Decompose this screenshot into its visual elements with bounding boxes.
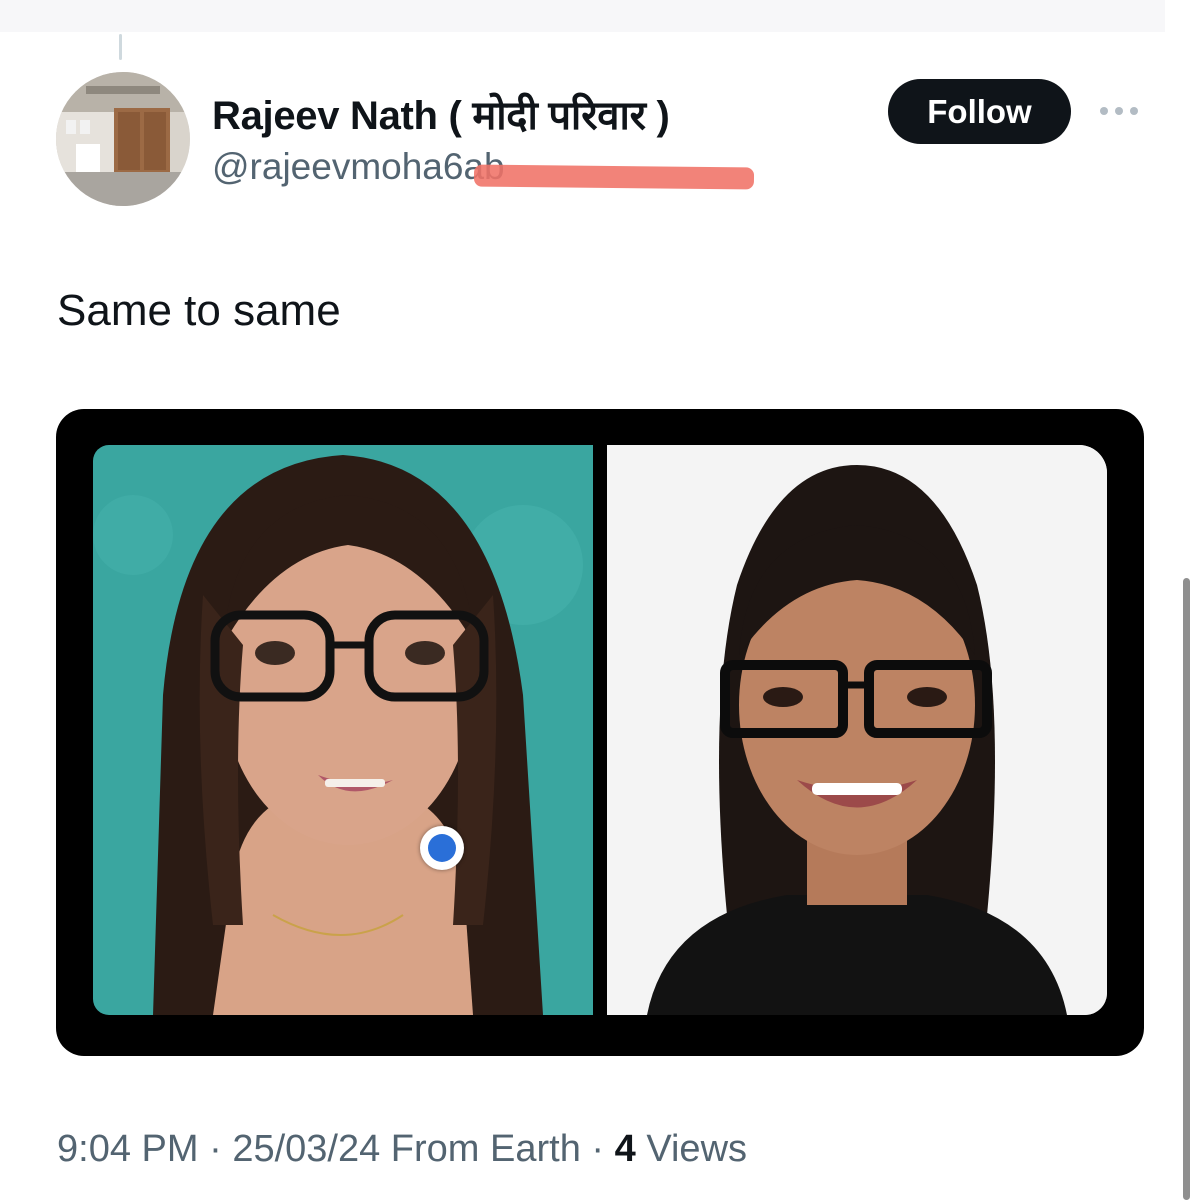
media-photo-left[interactable] — [93, 445, 593, 1015]
views-count[interactable]: 4 — [615, 1128, 636, 1170]
views-label[interactable]: Views — [646, 1128, 747, 1170]
scrollbar[interactable] — [1183, 578, 1190, 1200]
tweet-source: From Earth — [390, 1128, 581, 1170]
tweet-detail-page: Rajeev Nath ( मोदी परिवार ) @rajeevmoha6… — [0, 0, 1200, 1200]
author-handle[interactable]: @rajeevmoha6ab — [212, 146, 505, 188]
redaction-mark — [473, 164, 755, 190]
more-horizontal-icon[interactable] — [1096, 98, 1142, 124]
tweet-text: Same to same — [57, 286, 341, 335]
tweet-media[interactable] — [56, 409, 1144, 1056]
tweet-metadata: 9:04 PM · 25/03/24 From Earth · 4 Views — [57, 1128, 747, 1171]
media-photo-right[interactable] — [607, 445, 1107, 1015]
avatar[interactable] — [56, 72, 190, 206]
meta-separator: · — [591, 1128, 605, 1170]
tweet-date[interactable]: 25/03/24 — [232, 1128, 380, 1170]
meta-separator: · — [209, 1128, 222, 1170]
previous-tweet-edge — [0, 0, 1165, 32]
follow-button[interactable]: Follow — [888, 79, 1071, 144]
location-marker-icon — [420, 826, 464, 870]
author-display-name[interactable]: Rajeev Nath ( मोदी परिवार ) — [212, 86, 670, 141]
thread-connector-line — [119, 34, 122, 60]
tweet-time[interactable]: 9:04 PM — [57, 1128, 199, 1170]
